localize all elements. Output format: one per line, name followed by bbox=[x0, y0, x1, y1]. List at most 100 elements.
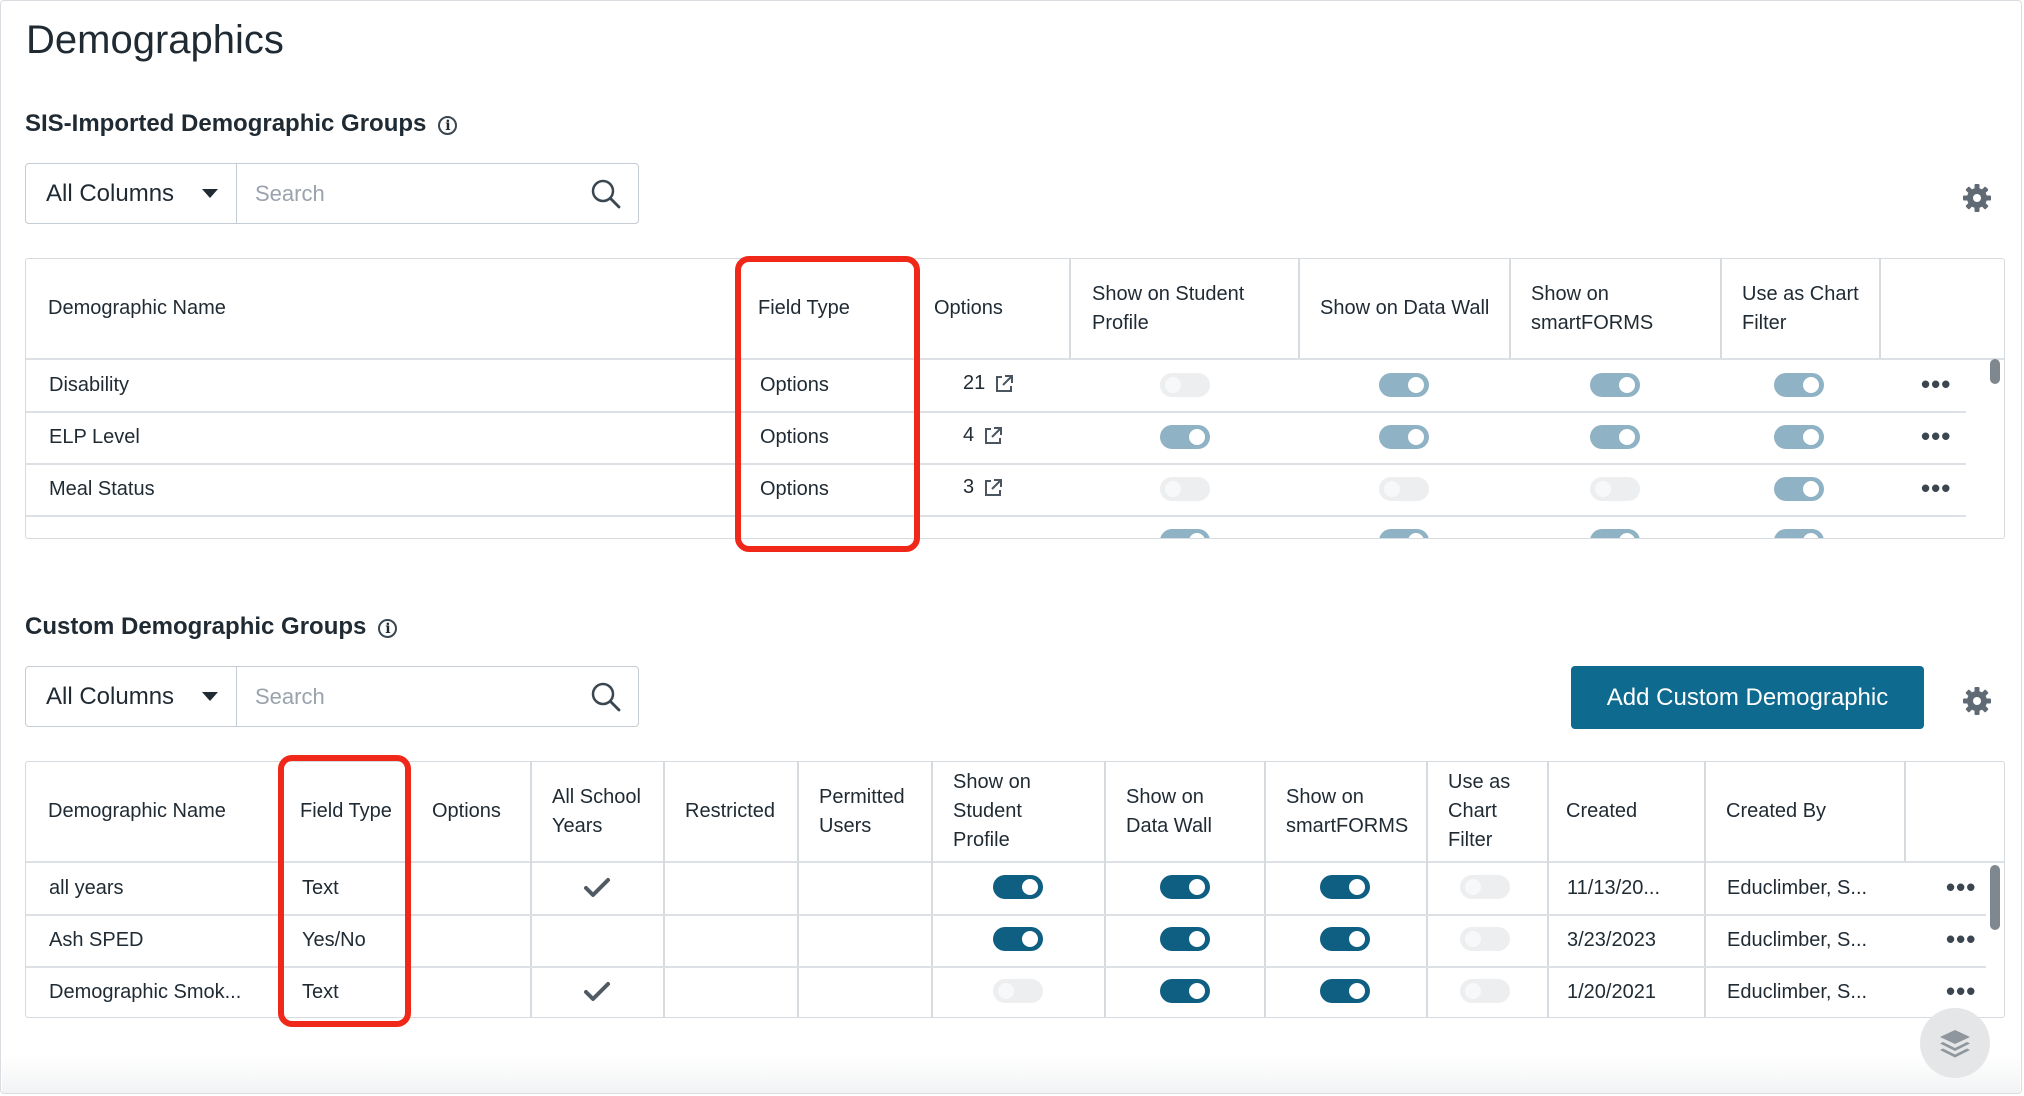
sis-smartforms-toggle[interactable] bbox=[1590, 373, 1640, 397]
custom-header-student-profile[interactable]: Show on Student Profile bbox=[953, 762, 1073, 861]
sis-chart-filter-toggle[interactable] bbox=[1774, 477, 1824, 501]
page-title: Demographics bbox=[26, 18, 284, 62]
sis-row-field-type: Options bbox=[760, 374, 829, 396]
more-horizontal-icon[interactable]: ••• bbox=[1921, 423, 1951, 449]
custom-header-permitted[interactable]: Permitted Users bbox=[819, 762, 924, 861]
custom-row-field-type: Yes/No bbox=[302, 929, 366, 951]
custom-header-options[interactable]: Options bbox=[432, 762, 532, 861]
chevron-down-icon bbox=[202, 692, 218, 701]
sis-row-options[interactable]: 21 bbox=[963, 358, 1015, 409]
sis-chart-filter-toggle[interactable] bbox=[1774, 425, 1824, 449]
sis-chart-filter-toggle[interactable] bbox=[1774, 529, 1824, 538]
custom-student-profile-toggle[interactable] bbox=[993, 927, 1043, 951]
sis-chart-filter-toggle[interactable] bbox=[1774, 373, 1824, 397]
custom-header-created[interactable]: Created bbox=[1566, 762, 1696, 861]
checkmark-icon bbox=[584, 982, 610, 1001]
custom-table: Demographic Name Field Type Options All … bbox=[25, 761, 2005, 1018]
custom-row-created: 3/23/2023 bbox=[1567, 929, 1656, 951]
sis-row-options[interactable]: 4 bbox=[963, 410, 1004, 461]
sis-scrollbar[interactable] bbox=[1990, 359, 2000, 384]
external-link-icon[interactable] bbox=[982, 477, 1004, 499]
sis-header-options[interactable]: Options bbox=[934, 259, 1064, 358]
sis-header-field-type[interactable]: Field Type bbox=[758, 259, 908, 358]
more-horizontal-icon[interactable]: ••• bbox=[1921, 371, 1951, 397]
sis-search-bar: All Columns bbox=[25, 163, 639, 224]
more-horizontal-icon[interactable]: ••• bbox=[1946, 926, 1976, 952]
sis-row-name: Disability bbox=[49, 374, 130, 396]
search-icon[interactable] bbox=[590, 178, 622, 210]
layers-button[interactable] bbox=[1920, 1008, 1990, 1078]
chevron-down-icon bbox=[202, 189, 218, 198]
sis-header-name[interactable]: Demographic Name bbox=[48, 259, 348, 358]
more-horizontal-icon[interactable]: ••• bbox=[1946, 874, 1976, 900]
custom-column-select-value: All Columns bbox=[46, 682, 175, 710]
custom-smartforms-toggle[interactable] bbox=[1320, 979, 1370, 1003]
custom-scrollbar[interactable] bbox=[1990, 865, 2000, 930]
search-icon[interactable] bbox=[590, 681, 622, 713]
sis-section-label: SIS-Imported Demographic Groups bbox=[25, 110, 427, 137]
custom-data-wall-toggle[interactable] bbox=[1160, 979, 1210, 1003]
sis-column-select[interactable]: All Columns bbox=[26, 164, 237, 223]
sis-student-profile-toggle[interactable] bbox=[1160, 425, 1210, 449]
sis-row-field-type: Options bbox=[760, 426, 829, 448]
gear-icon[interactable] bbox=[1962, 686, 1992, 716]
sis-smartforms-toggle[interactable] bbox=[1590, 529, 1640, 538]
more-horizontal-icon[interactable]: ••• bbox=[1946, 978, 1976, 1004]
custom-header-name[interactable]: Demographic Name bbox=[48, 762, 278, 861]
more-horizontal-icon[interactable]: ••• bbox=[1921, 475, 1951, 501]
sis-smartforms-toggle[interactable] bbox=[1590, 477, 1640, 501]
sis-data-wall-toggle[interactable] bbox=[1379, 529, 1429, 538]
custom-smartforms-toggle[interactable] bbox=[1320, 875, 1370, 899]
custom-header-chart-filter[interactable]: Use as Chart Filter bbox=[1448, 762, 1528, 861]
sis-data-wall-toggle[interactable] bbox=[1379, 373, 1429, 397]
info-icon[interactable]: i bbox=[378, 619, 398, 638]
custom-smartforms-toggle[interactable] bbox=[1320, 927, 1370, 951]
custom-search-field bbox=[237, 667, 638, 726]
sis-row-field-type: Options bbox=[760, 478, 829, 500]
custom-header-all-years[interactable]: All School Years bbox=[552, 762, 652, 861]
sis-smartforms-toggle[interactable] bbox=[1590, 425, 1640, 449]
info-icon[interactable]: i bbox=[438, 116, 458, 135]
custom-chart-filter-toggle[interactable] bbox=[1460, 927, 1510, 951]
sis-row-name: ELP Level bbox=[49, 426, 140, 448]
custom-row-name: all years bbox=[49, 877, 124, 899]
sis-data-wall-toggle[interactable] bbox=[1379, 425, 1429, 449]
sis-student-profile-toggle[interactable] bbox=[1160, 373, 1210, 397]
custom-header-data-wall[interactable]: Show on Data Wall bbox=[1126, 762, 1246, 861]
custom-section-title: Custom Demographic Groups i bbox=[25, 613, 398, 641]
sis-row-options-count: 3 bbox=[963, 476, 975, 498]
custom-header-restricted[interactable]: Restricted bbox=[685, 762, 797, 861]
custom-search-input[interactable] bbox=[253, 682, 590, 711]
external-link-icon[interactable] bbox=[993, 373, 1015, 395]
sis-student-profile-toggle[interactable] bbox=[1160, 529, 1210, 538]
sis-header-student-profile[interactable]: Show on Student Profile bbox=[1092, 259, 1292, 358]
sis-student-profile-toggle[interactable] bbox=[1160, 477, 1210, 501]
external-link-icon[interactable] bbox=[982, 425, 1004, 447]
sis-row-options-count: 4 bbox=[963, 424, 975, 446]
sis-search-input[interactable] bbox=[253, 179, 590, 208]
custom-column-select[interactable]: All Columns bbox=[26, 667, 237, 726]
sis-header-chart-filter[interactable]: Use as Chart Filter bbox=[1742, 259, 1882, 358]
custom-row-created: 11/13/20... bbox=[1567, 877, 1661, 899]
custom-row-name: Ash SPED bbox=[49, 929, 144, 951]
custom-section-label: Custom Demographic Groups bbox=[25, 613, 367, 640]
sis-header-smartforms[interactable]: Show on smartFORMS bbox=[1531, 259, 1711, 358]
custom-data-wall-toggle[interactable] bbox=[1160, 875, 1210, 899]
sis-row-name: Meal Status bbox=[49, 478, 155, 500]
custom-student-profile-toggle[interactable] bbox=[993, 875, 1043, 899]
custom-data-wall-toggle[interactable] bbox=[1160, 927, 1210, 951]
custom-header-field-type[interactable]: Field Type bbox=[300, 762, 396, 861]
sis-data-wall-toggle[interactable] bbox=[1379, 477, 1429, 501]
sis-row-options[interactable]: 3 bbox=[963, 462, 1004, 513]
sis-row-options-count: 21 bbox=[963, 372, 986, 394]
custom-student-profile-toggle[interactable] bbox=[993, 979, 1043, 1003]
custom-chart-filter-toggle[interactable] bbox=[1460, 875, 1510, 899]
gear-icon[interactable] bbox=[1962, 183, 1992, 213]
add-custom-demographic-button[interactable]: Add Custom Demographic bbox=[1571, 666, 1924, 729]
custom-row-field-type: Text bbox=[302, 981, 339, 1003]
custom-header-created-by[interactable]: Created By bbox=[1726, 762, 1876, 861]
sis-header-data-wall[interactable]: Show on Data Wall bbox=[1320, 259, 1500, 358]
custom-chart-filter-toggle[interactable] bbox=[1460, 979, 1510, 1003]
custom-row-field-type: Text bbox=[302, 877, 339, 899]
custom-header-smartforms[interactable]: Show on smartFORMS bbox=[1286, 762, 1426, 861]
